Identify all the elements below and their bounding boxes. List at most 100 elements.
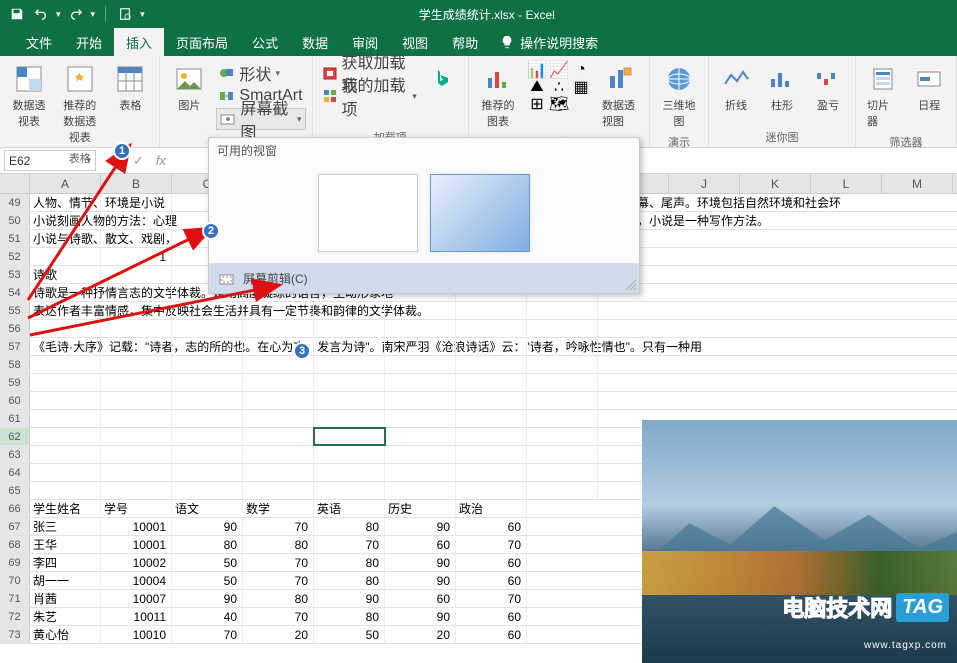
cell[interactable] (101, 320, 172, 337)
cell[interactable]: 10001 (101, 536, 172, 553)
cell[interactable] (30, 248, 101, 265)
row-head[interactable]: 50 (0, 212, 30, 229)
cell[interactable]: 70 (243, 572, 314, 589)
cell[interactable] (385, 338, 456, 355)
undo-icon[interactable] (32, 5, 50, 23)
row-head[interactable]: 61 (0, 410, 30, 427)
cell[interactable] (243, 392, 314, 409)
row-head[interactable]: 65 (0, 482, 30, 499)
cell[interactable]: 朱艺 (30, 608, 101, 625)
cell[interactable] (314, 464, 385, 481)
cell[interactable] (101, 464, 172, 481)
cell[interactable] (172, 320, 243, 337)
cell[interactable] (243, 320, 314, 337)
cell[interactable]: 80 (172, 536, 243, 553)
cell[interactable] (385, 356, 456, 373)
cell[interactable] (314, 302, 385, 319)
row-59[interactable]: 59 (0, 374, 957, 392)
cell[interactable]: 60 (456, 518, 527, 535)
cell[interactable]: 60 (456, 554, 527, 571)
cell[interactable] (30, 410, 101, 427)
col-head-a[interactable]: A (30, 174, 101, 193)
cell[interactable]: 90 (314, 590, 385, 607)
cell[interactable] (101, 410, 172, 427)
col-head-k[interactable]: K (740, 174, 811, 193)
cell[interactable]: 小说刻画人物的方法：心理 (30, 212, 101, 229)
row-head[interactable]: 60 (0, 392, 30, 409)
cell[interactable]: 60 (385, 536, 456, 553)
cell[interactable]: 肖茜 (30, 590, 101, 607)
row-57[interactable]: 57《毛诗·大序》记载："诗者，志的所的也。在心为志，发言为诗"。南宋严羽《沧浪… (0, 338, 957, 356)
cell[interactable] (527, 320, 598, 337)
pivot-table-button[interactable]: 数据透 视表 (6, 60, 52, 148)
cell[interactable] (172, 410, 243, 427)
cell[interactable]: 李四 (30, 554, 101, 571)
cell[interactable] (243, 464, 314, 481)
sparkline-column-button[interactable]: 柱形 (761, 60, 803, 127)
cell[interactable] (30, 446, 101, 463)
cell[interactable]: 80 (243, 536, 314, 553)
cell[interactable]: 90 (385, 554, 456, 571)
cell[interactable] (385, 302, 456, 319)
my-addins-button[interactable]: 我的加载项▾ (319, 85, 420, 107)
cell[interactable] (243, 428, 314, 445)
cell[interactable]: 40 (172, 608, 243, 625)
cell[interactable] (101, 230, 172, 247)
col-head-j[interactable]: J (669, 174, 740, 193)
cell[interactable] (101, 356, 172, 373)
cell[interactable]: 60 (456, 626, 527, 643)
cell[interactable] (385, 446, 456, 463)
row-head[interactable]: 72 (0, 608, 30, 625)
shapes-button[interactable]: 形状▾ (216, 62, 305, 84)
cell[interactable]: 表达作者丰富情感，集中反映社会生活并具有一定节奏和韵律的文学体裁。 (30, 302, 101, 319)
cell[interactable] (527, 482, 598, 499)
cell[interactable]: 60 (385, 590, 456, 607)
cell[interactable] (527, 392, 598, 409)
cell[interactable]: 政治 (456, 500, 527, 517)
cell[interactable]: 10004 (101, 572, 172, 589)
timeline-button[interactable]: 日程 (909, 60, 951, 132)
cell[interactable] (314, 410, 385, 427)
cell[interactable]: 50 (172, 554, 243, 571)
print-preview-icon[interactable] (116, 5, 134, 23)
cell[interactable]: 90 (172, 590, 243, 607)
cell[interactable]: 《毛诗·大序》记载："诗者，志的所的也。在心为志，发言为诗"。南宋严羽《沧浪诗话… (30, 338, 101, 355)
cell[interactable] (172, 356, 243, 373)
cell[interactable] (527, 446, 598, 463)
cell[interactable] (243, 302, 314, 319)
cell[interactable]: 90 (385, 518, 456, 535)
recommended-pivot-button[interactable]: 推荐的 数据透视表 (56, 60, 103, 148)
cell[interactable] (30, 356, 101, 373)
tab-formulas[interactable]: 公式 (240, 28, 290, 56)
cell[interactable]: 历史 (385, 500, 456, 517)
row-head[interactable]: 63 (0, 446, 30, 463)
cell[interactable] (456, 428, 527, 445)
col-head-m[interactable]: M (882, 174, 953, 193)
row-head[interactable]: 58 (0, 356, 30, 373)
tab-help[interactable]: 帮助 (440, 28, 490, 56)
cell[interactable] (456, 374, 527, 391)
cell[interactable]: 70 (243, 518, 314, 535)
cell[interactable] (385, 320, 456, 337)
row-head[interactable]: 49 (0, 194, 30, 211)
tab-page-layout[interactable]: 页面布局 (164, 28, 240, 56)
redo-icon[interactable] (67, 5, 85, 23)
row-head[interactable]: 67 (0, 518, 30, 535)
cell[interactable] (243, 410, 314, 427)
row-58[interactable]: 58 (0, 356, 957, 374)
cell[interactable] (30, 428, 101, 445)
cell[interactable] (30, 392, 101, 409)
col-head-b[interactable]: B (101, 174, 172, 193)
row-head[interactable]: 57 (0, 338, 30, 355)
cell[interactable]: 80 (314, 518, 385, 535)
save-icon[interactable] (8, 5, 26, 23)
cell[interactable]: 人物、情节、环境是小说 (30, 194, 101, 211)
cell[interactable]: 1 (101, 248, 172, 265)
cell[interactable]: 胡一一 (30, 572, 101, 589)
cell[interactable]: 50 (172, 572, 243, 589)
row-head[interactable]: 66 (0, 500, 30, 517)
cell[interactable]: 90 (172, 518, 243, 535)
row-head[interactable]: 64 (0, 464, 30, 481)
cell[interactable] (314, 338, 385, 355)
cell[interactable] (314, 482, 385, 499)
